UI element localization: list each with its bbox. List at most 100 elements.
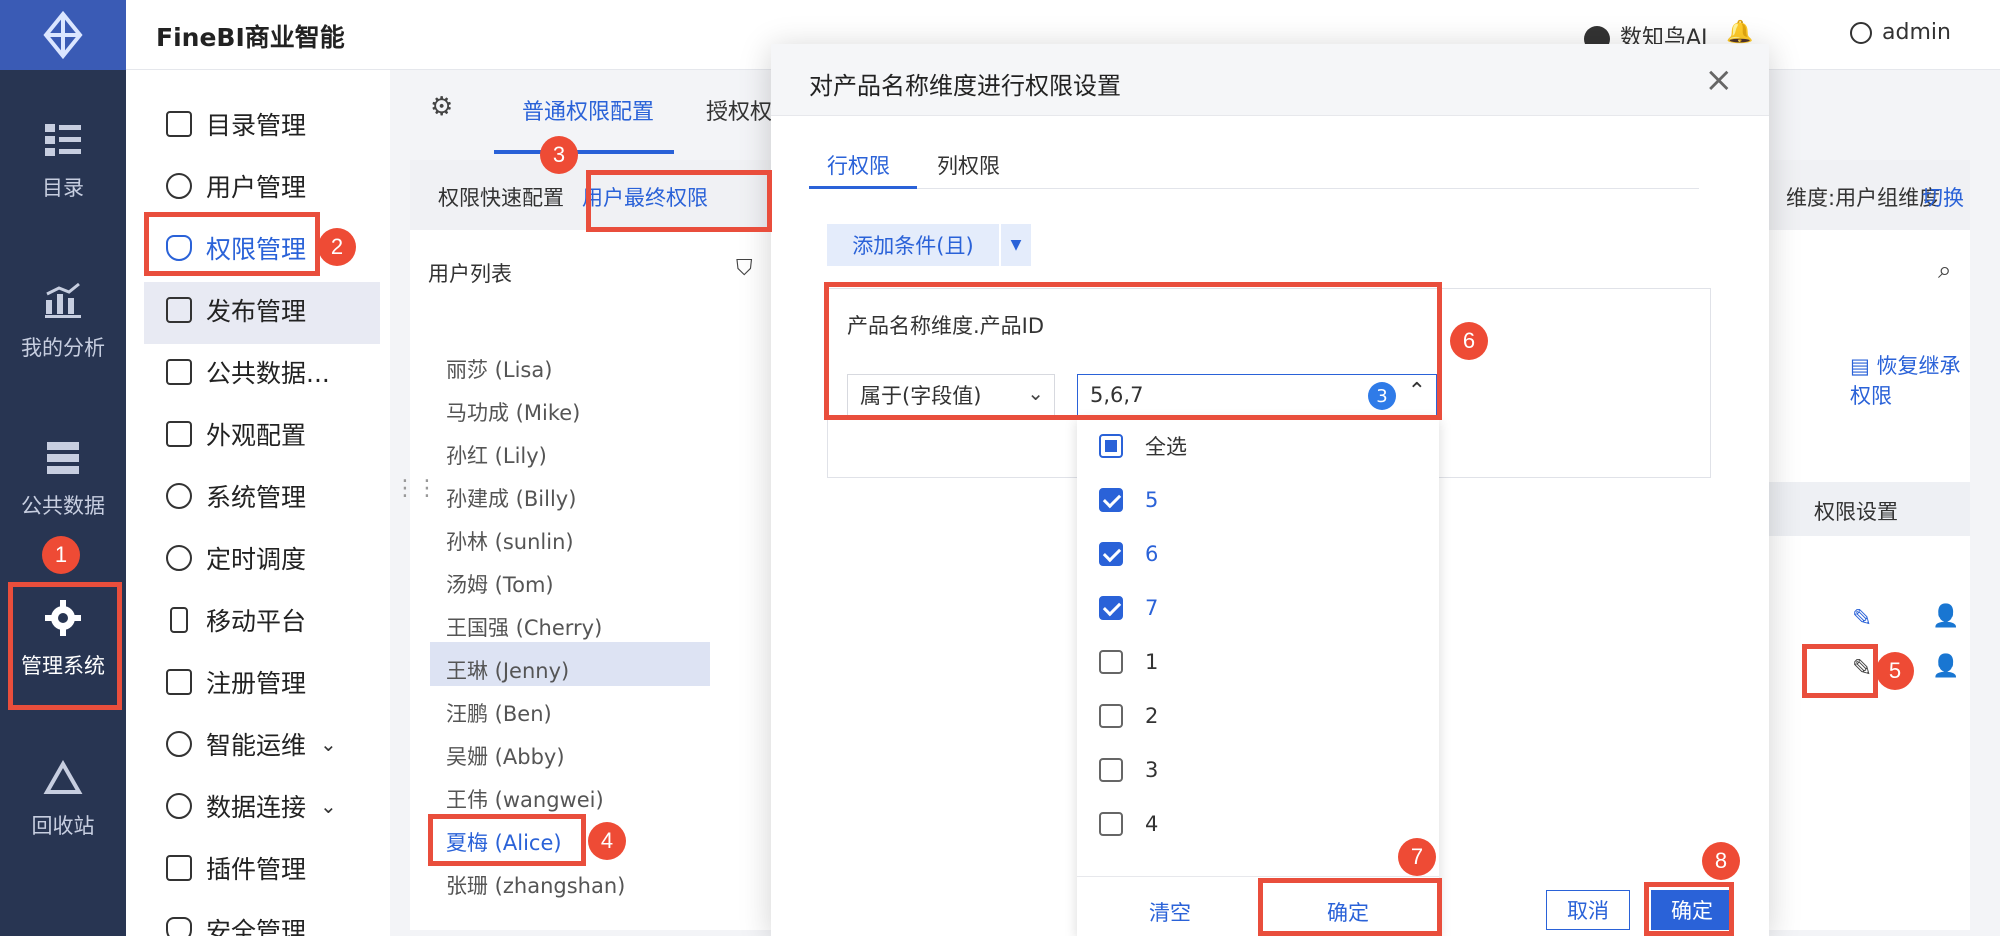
menu-item-mobile[interactable]: 移动平台	[166, 598, 306, 642]
menu-item-schedule[interactable]: 定时调度	[166, 536, 306, 580]
briefcase-icon	[166, 359, 192, 385]
search-icon[interactable]: ⌕	[1938, 256, 1951, 284]
menu-label: 发布管理	[206, 297, 307, 326]
menu-label: 数据连接	[206, 793, 307, 822]
user-menu[interactable]: admin	[1850, 20, 1951, 45]
left-rail: 目录 我的分析 公共数据 管理系统 回收站	[0, 0, 126, 936]
menu-item-catalog-mgmt[interactable]: 目录管理	[166, 102, 306, 146]
menu-item-smart-ops[interactable]: 智能运维 ⌄	[166, 722, 337, 766]
menu-item-security[interactable]: 安全管理	[166, 908, 306, 936]
list-item[interactable]: 孙建成 (Billy)	[446, 483, 576, 513]
annotation-box	[1802, 644, 1878, 698]
list-item[interactable]: 孙林 (sunlin)	[446, 526, 574, 556]
option-item[interactable]: 4	[1099, 808, 1158, 840]
link-icon	[166, 793, 192, 819]
app-logo[interactable]	[0, 0, 126, 70]
menu-item-user-mgmt[interactable]: 用户管理	[166, 164, 306, 208]
tab-row-permission[interactable]: 行权限	[827, 150, 890, 180]
shield-plus-icon	[166, 917, 192, 936]
menu-item-register[interactable]: 注册管理	[166, 660, 306, 704]
rail-item-recycle[interactable]: 回收站	[0, 760, 126, 840]
add-condition-button[interactable]: 添加条件(且)	[827, 224, 999, 266]
menu-item-appearance[interactable]: 外观配置	[166, 412, 306, 456]
database-icon	[47, 442, 79, 474]
list-item[interactable]: 王国强 (Cherry)	[446, 612, 602, 642]
checkbox-partial-icon	[1099, 434, 1123, 458]
value-dropdown: 全选 5 6 7 1 2 3 4 清空 确定	[1077, 418, 1439, 936]
user-perm-icon[interactable]: 👤	[1932, 604, 1959, 629]
option-item[interactable]: 3	[1099, 754, 1158, 786]
rail-label: 公共数据	[21, 494, 105, 518]
bell-icon[interactable]: 🔔	[1726, 20, 1753, 45]
menu-item-system-mgmt[interactable]: 系统管理	[166, 474, 306, 518]
list-item[interactable]: 王琳 (Jenny)	[446, 655, 569, 685]
option-label: 1	[1145, 650, 1159, 674]
list-item[interactable]: 汪鹏 (Ben)	[446, 698, 552, 728]
option-item[interactable]: 1	[1099, 646, 1158, 678]
drag-handle-icon[interactable]: ⋮⋮	[394, 476, 438, 501]
cancel-button[interactable]: 取消	[1546, 890, 1630, 930]
menu-label: 移动平台	[206, 607, 307, 636]
user-perm-icon[interactable]: 👤	[1932, 654, 1959, 679]
switch-link[interactable]: 切换	[1922, 182, 1964, 212]
list-item[interactable]: 吴姗 (Abby)	[446, 741, 565, 771]
list-item[interactable]: 张珊 (zhangshan)	[446, 870, 625, 900]
annotation-box	[586, 170, 772, 232]
list-item[interactable]: 汤姆 (Tom)	[446, 569, 554, 599]
clear-button[interactable]: 清空	[1149, 897, 1191, 927]
catalog-icon	[45, 124, 81, 156]
dimension-label: 维度:用户组维度	[1786, 186, 1941, 210]
menu-item-public-data[interactable]: 公共数据...	[166, 350, 330, 394]
tab-grant-permission[interactable]: 授权权	[706, 94, 772, 126]
option-item[interactable]: 6	[1099, 538, 1158, 570]
annotation-number: 8	[1702, 842, 1740, 880]
option-label: 3	[1145, 758, 1159, 782]
option-label: 5	[1145, 488, 1159, 512]
menu-item-publish-mgmt[interactable]: 发布管理	[166, 288, 306, 332]
rail-label: 目录	[42, 176, 84, 200]
option-label: 4	[1145, 812, 1159, 836]
menu-label: 注册管理	[206, 669, 307, 698]
menu-label: 公共数据...	[206, 359, 330, 388]
menu-item-data-connection[interactable]: 数据连接 ⌄	[166, 784, 337, 828]
rail-item-my-analysis[interactable]: 我的分析	[0, 282, 126, 362]
brand-title: FineBI商业智能	[156, 23, 345, 52]
modal-header: 对产品名称维度进行权限设置 ×	[771, 44, 1769, 116]
option-item[interactable]: 7	[1099, 592, 1158, 624]
admin-menu: 目录管理 用户管理 权限管理 发布管理 公共数据... 外观配置 系统管理 定时…	[126, 70, 390, 936]
tab-normal-permission[interactable]: 普通权限配置	[522, 94, 654, 126]
option-item[interactable]: 2	[1099, 700, 1158, 732]
rail-item-public-data[interactable]: 公共数据	[0, 440, 126, 520]
edit-icon[interactable]: ✎	[1852, 604, 1872, 632]
gear-icon	[166, 483, 192, 509]
annotation-number: 5	[1876, 652, 1914, 690]
menu-label: 外观配置	[206, 421, 307, 450]
menu-label: 用户管理	[206, 173, 307, 202]
option-label: 6	[1145, 542, 1159, 566]
list-item[interactable]: 马功成 (Mike)	[446, 397, 580, 427]
option-select-all[interactable]: 全选	[1099, 430, 1187, 462]
user-icon	[1850, 22, 1872, 44]
option-item[interactable]: 5	[1099, 484, 1158, 516]
subtab-quick-config[interactable]: 权限快速配置	[438, 182, 564, 212]
userlist-title: 用户列表	[428, 262, 512, 286]
list-item[interactable]: 孙红 (Lily)	[446, 440, 547, 470]
annotation-box	[8, 582, 122, 710]
menu-item-plugin[interactable]: 插件管理	[166, 846, 306, 890]
list-item[interactable]: 丽莎 (Lisa)	[446, 354, 552, 384]
settings-gear-icon[interactable]: ⚙	[430, 92, 453, 122]
chevron-down-icon: ⌄	[320, 732, 337, 756]
list-item[interactable]: 王伟 (wangwei)	[446, 784, 604, 814]
checkbox-icon	[1099, 650, 1123, 674]
filter-icon[interactable]: ⛉	[736, 256, 753, 281]
perm-col-title: 权限设置	[1814, 500, 1898, 524]
menu-label: 安全管理	[206, 917, 307, 936]
annotation-box	[1258, 878, 1442, 936]
option-label: 7	[1145, 596, 1159, 620]
rail-item-catalog[interactable]: 目录	[0, 122, 126, 202]
tab-column-permission[interactable]: 列权限	[937, 150, 1000, 180]
close-icon[interactable]: ×	[1705, 60, 1734, 100]
option-label: 2	[1145, 704, 1159, 728]
restore-inherit-link[interactable]: ▤ 恢复继承权限	[1850, 350, 1970, 410]
add-condition-dropdown-icon[interactable]: ▼	[1001, 224, 1031, 266]
